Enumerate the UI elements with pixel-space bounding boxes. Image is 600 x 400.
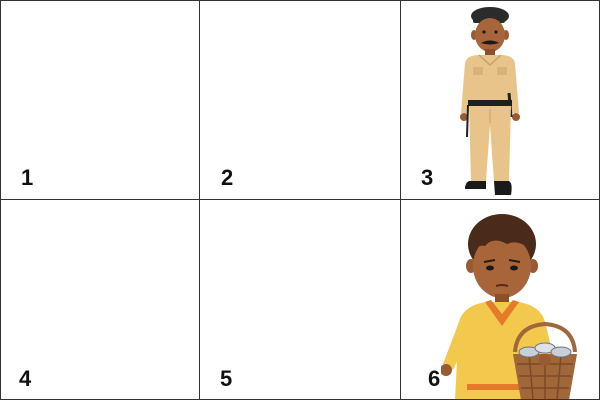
- grid-cell-5[interactable]: 5: [200, 200, 401, 399]
- grid-cell-4[interactable]: 4: [1, 200, 200, 399]
- grid-cell-2[interactable]: 2: [200, 1, 401, 200]
- boy-with-fish-basket-illustration: [441, 214, 577, 399]
- cell-number: 3: [421, 165, 434, 190]
- grid-cell-3[interactable]: 3: [401, 1, 599, 200]
- picture-grid: 1 2 3 4 5 6: [0, 0, 600, 400]
- grid-cell-1[interactable]: 1: [1, 1, 200, 200]
- cell-number: 4: [19, 366, 32, 391]
- grid-cell-6[interactable]: 6: [401, 200, 599, 399]
- cell-number: 1: [21, 165, 34, 190]
- cell-number: 5: [220, 366, 233, 391]
- police-officer-illustration: [460, 7, 520, 195]
- cell-number: 2: [221, 165, 234, 190]
- cell-number: 6: [428, 366, 441, 391]
